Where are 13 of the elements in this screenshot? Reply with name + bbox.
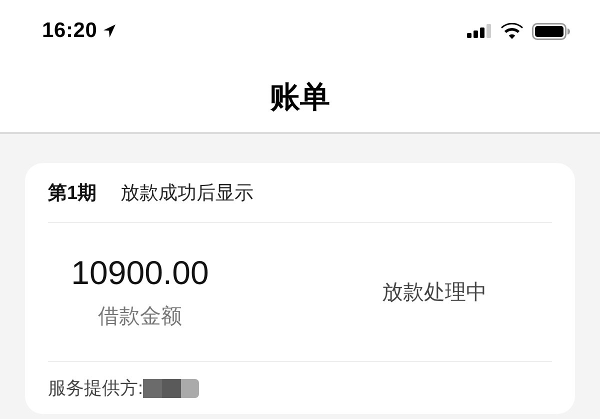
location-arrow-icon [103,24,116,38]
signal-icon [467,24,492,38]
wifi-icon [501,23,523,39]
redaction-blocks-icon [143,378,200,398]
period-note: 放款成功后显示 [120,182,254,206]
period-label: 第1期 [48,182,97,206]
loan-amount: 10900.00 [71,254,209,292]
loan-status: 放款处理中 [382,280,487,306]
clock-time: 16:20 [42,19,98,43]
page-title: 账单 [270,80,330,116]
amount-label: 借款金额 [98,304,182,330]
battery-icon [532,22,570,40]
provider-label: 服务提供方: [48,377,144,400]
